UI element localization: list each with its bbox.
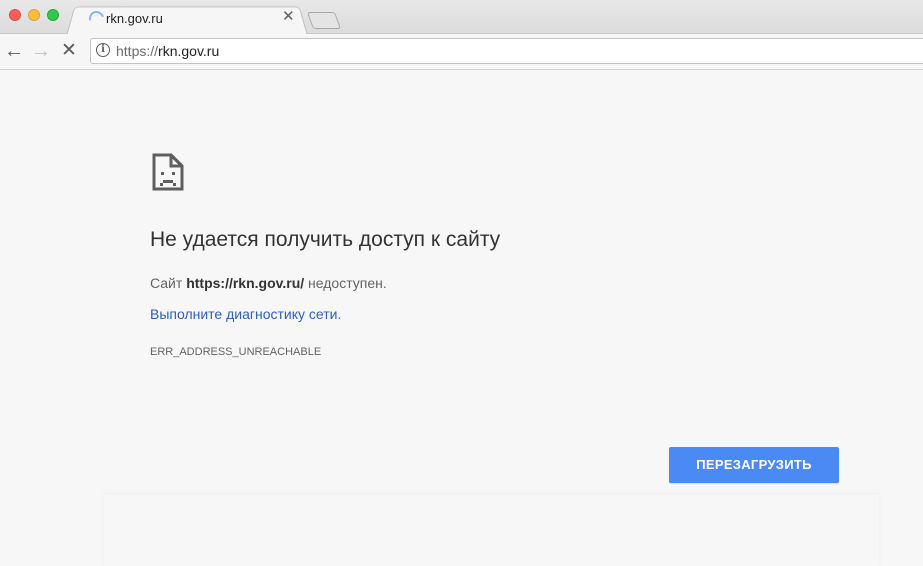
url-text[interactable]: https://rkn.gov.ru [116, 43, 219, 59]
reload-button[interactable]: ПЕРЕЗАГРУЗИТЬ [669, 447, 839, 483]
url-host: rkn.gov.ru [158, 43, 220, 59]
new-tab-button[interactable] [306, 12, 342, 29]
address-bar[interactable]: i https://rkn.gov.ru [90, 38, 923, 64]
site-url: https://rkn.gov.ru/ [186, 275, 305, 291]
toolbar: ← → ✕ i https://rkn.gov.ru [0, 34, 923, 70]
button-bar [104, 495, 879, 566]
description-prefix: Сайт [150, 275, 187, 291]
sad-page-icon [152, 153, 184, 191]
back-arrow-icon[interactable]: ← [4, 39, 24, 63]
tab-content: rkn.gov.ru ✕ [84, 6, 306, 32]
diagnostics-text: Выполните диагностику сети. [150, 306, 341, 322]
error-page: Не удается получить доступ к сайту Сайт … [0, 70, 923, 566]
window-minimize-button[interactable] [28, 9, 40, 21]
error-description: Сайт https://rkn.gov.ru/ недоступен. [150, 275, 387, 291]
spinner-icon [86, 8, 107, 29]
close-icon[interactable]: ✕ [282, 9, 295, 25]
diagnostics-link[interactable]: Выполните диагностику сети [150, 306, 337, 322]
window-close-button[interactable] [9, 9, 21, 21]
error-code: ERR_ADDRESS_UNREACHABLE [150, 346, 322, 358]
description-suffix: недоступен. [304, 275, 387, 291]
info-icon[interactable]: i [96, 43, 110, 57]
forward-arrow-icon[interactable]: → [31, 39, 51, 63]
tab-title: rkn.gov.ru [106, 11, 163, 26]
window-maximize-button[interactable] [47, 9, 59, 21]
stop-loading-icon[interactable]: ✕ [59, 39, 79, 63]
url-scheme: https:// [116, 43, 159, 59]
tab-strip: rkn.gov.ru ✕ [0, 0, 923, 37]
error-heading: Не удается получить доступ к сайту [150, 228, 501, 251]
diagnostics-tail: . [337, 306, 342, 322]
